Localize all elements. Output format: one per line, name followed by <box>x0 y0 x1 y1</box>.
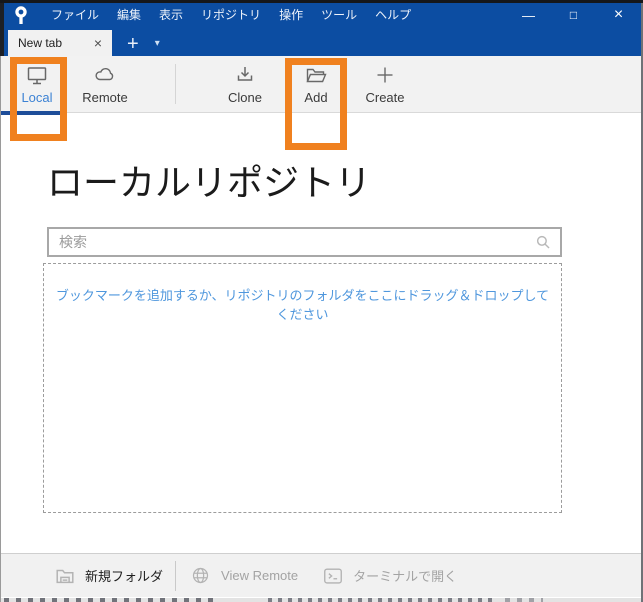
plus-icon <box>373 63 397 87</box>
titlebar: ファイル 編集 表示 リポジトリ 操作 ツール ヘルプ — □ × <box>0 0 643 30</box>
new-folder-button[interactable]: 新規フォルダ <box>54 565 163 587</box>
tab-close-icon[interactable]: × <box>94 36 102 50</box>
globe-icon <box>190 565 212 587</box>
terminal-icon <box>322 565 344 587</box>
view-remote-button[interactable]: View Remote <box>190 565 298 587</box>
tab-label: New tab <box>18 36 63 50</box>
remote-view-button[interactable]: Remote <box>72 63 138 105</box>
background-artifact-band <box>4 598 216 602</box>
tab-bar: New tab × + ▾ <box>0 30 643 56</box>
open-terminal-button[interactable]: ターミナルで開く <box>322 565 457 587</box>
menu-edit[interactable]: 編集 <box>108 0 150 30</box>
status-bar: 新規フォルダ View Remote ターミナルで開く <box>0 553 643 597</box>
sourcetree-window: ファイル 編集 表示 リポジトリ 操作 ツール ヘルプ — □ × New ta… <box>0 0 643 602</box>
repository-drop-zone[interactable]: ブックマークを追加するか、リポジトリのフォルダをここにドラッグ＆ドロップしてくだ… <box>43 263 562 513</box>
menu-actions[interactable]: 操作 <box>270 0 312 30</box>
page-title: ローカルリポジトリ <box>47 162 372 203</box>
window-edge-left-dark <box>0 0 4 56</box>
statusbar-separator <box>175 560 177 591</box>
clone-label: Clone <box>228 90 262 105</box>
toolbar-separator <box>175 64 176 104</box>
tab-list-dropdown-icon[interactable]: ▾ <box>155 32 160 56</box>
download-icon <box>233 63 257 87</box>
folder-icon <box>54 565 76 587</box>
menu-view[interactable]: 表示 <box>150 0 192 30</box>
window-edge-top <box>0 0 643 3</box>
create-label: Create <box>365 90 405 105</box>
menubar: ファイル 編集 表示 リポジトリ 操作 ツール ヘルプ <box>42 0 420 30</box>
background-artifact-band <box>505 598 543 602</box>
window-edge-left <box>0 56 1 602</box>
menu-help[interactable]: ヘルプ <box>366 0 420 30</box>
open-terminal-label: ターミナルで開く <box>353 569 458 584</box>
background-artifact-band <box>268 598 496 602</box>
background-window-artifact <box>0 598 643 602</box>
menu-tools[interactable]: ツール <box>312 0 366 30</box>
menu-file[interactable]: ファイル <box>42 0 108 30</box>
search-input[interactable] <box>49 234 534 250</box>
clone-button[interactable]: Clone <box>213 63 277 105</box>
view-remote-label: View Remote <box>221 568 299 583</box>
create-button[interactable]: Create <box>353 63 417 105</box>
new-tab-button[interactable]: + <box>127 32 139 56</box>
close-button[interactable]: × <box>596 0 641 30</box>
window-controls: — □ × <box>506 0 641 30</box>
drop-hint-text: ブックマークを追加するか、リポジトリのフォルダをここにドラッグ＆ドロップしてくだ… <box>55 288 550 322</box>
remote-label: Remote <box>82 90 128 105</box>
tab-new-tab[interactable]: New tab × <box>8 30 112 56</box>
menu-repository[interactable]: リポジトリ <box>192 0 270 30</box>
new-folder-label: 新規フォルダ <box>85 569 164 584</box>
annotation-box-local <box>10 57 67 141</box>
search-icon <box>534 233 553 252</box>
minimize-button[interactable]: — <box>506 0 551 30</box>
maximize-button[interactable]: □ <box>551 0 596 30</box>
search-box <box>47 227 562 257</box>
sourcetree-logo-icon <box>12 4 32 26</box>
annotation-box-add <box>285 58 347 150</box>
cloud-icon <box>93 63 117 87</box>
